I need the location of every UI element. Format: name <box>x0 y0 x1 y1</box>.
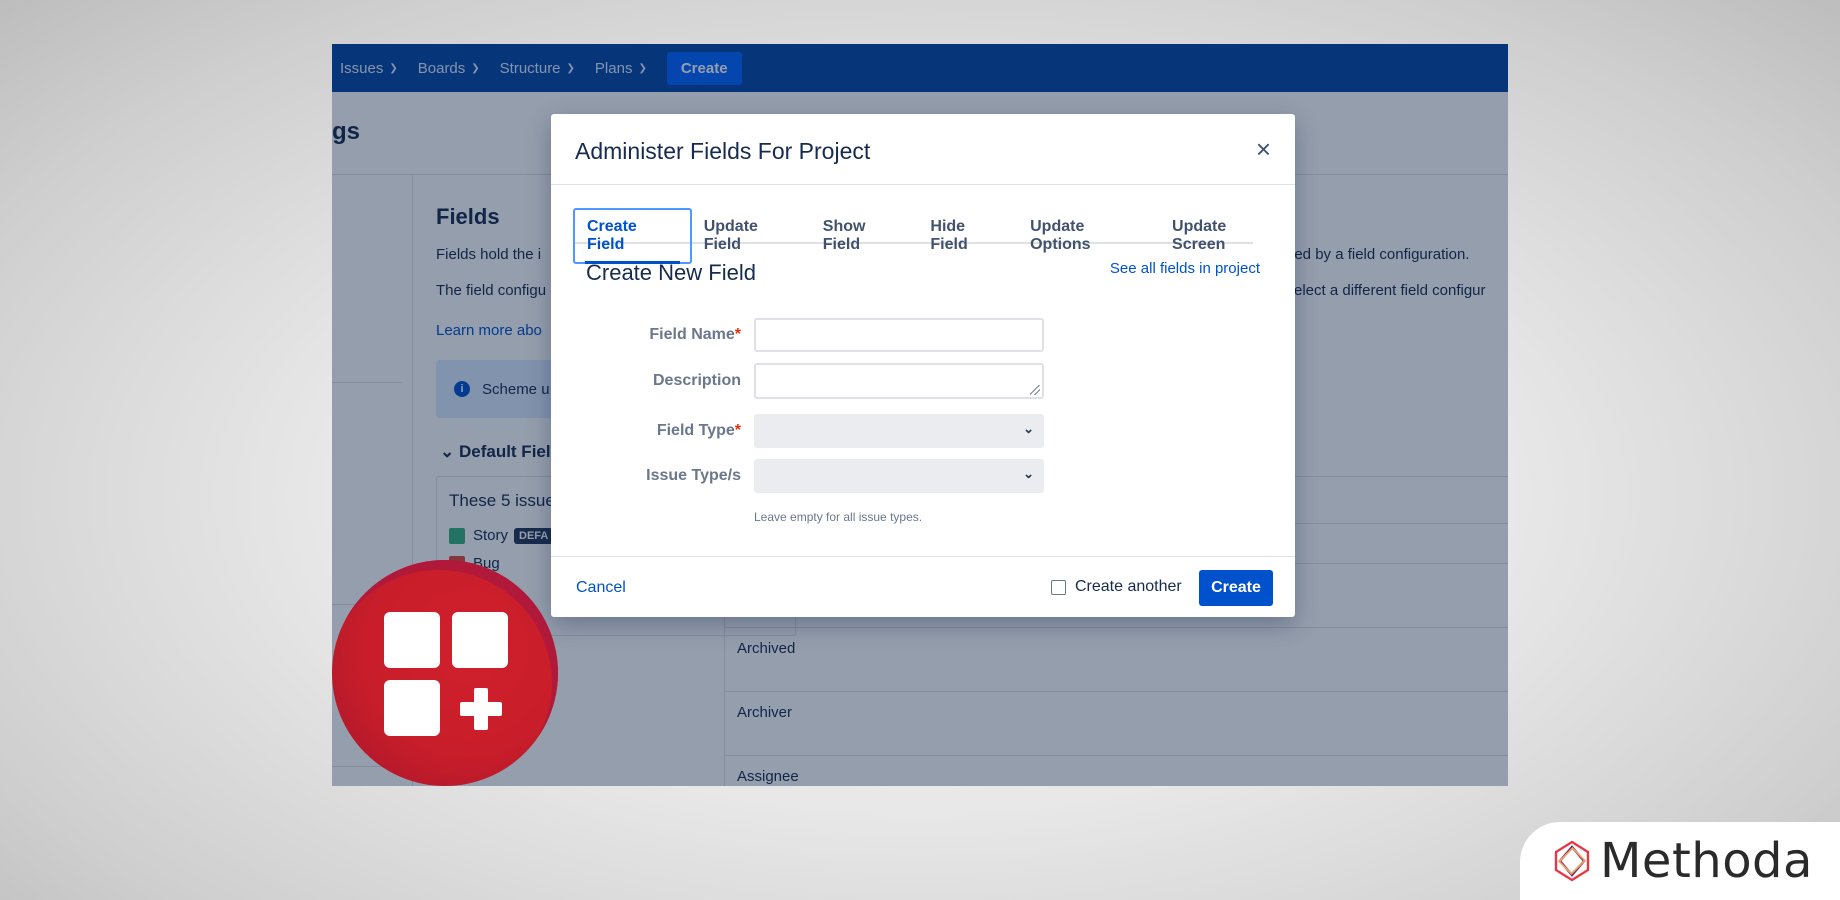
cancel-button[interactable]: Cancel <box>576 579 626 597</box>
tab-update-options[interactable]: Update Options <box>1018 210 1160 262</box>
field-type-label: Field Type* <box>551 422 741 440</box>
dialog-title: Administer Fields For Project <box>575 138 871 164</box>
description-label: Description <box>652 372 741 389</box>
see-all-fields-link[interactable]: See all fields in project <box>1110 260 1260 277</box>
divider <box>551 184 1295 185</box>
chevron-down-icon: ⌄ <box>1023 421 1034 436</box>
helper-text: Leave empty for all issue types. <box>754 510 923 524</box>
label-text: Field Type <box>656 422 735 439</box>
administer-fields-dialog: Administer Fields For Project × Create F… <box>551 114 1295 617</box>
section-title: Create New Field <box>586 260 756 285</box>
tab-bar: Create Field Update Field Show Field Hid… <box>573 208 1295 264</box>
tab-create-field[interactable]: Create Field <box>573 208 692 264</box>
app-logo <box>332 560 558 786</box>
field-name-label: Field Name* <box>551 326 741 344</box>
field-name-input[interactable] <box>754 318 1044 352</box>
methoda-wordmark: Methoda <box>1600 833 1813 889</box>
plus-icon-bar <box>460 702 502 716</box>
tab-update-field[interactable]: Update Field <box>692 210 811 262</box>
field-type-select[interactable]: ⌄ <box>754 414 1044 448</box>
tab-show-field[interactable]: Show Field <box>811 210 919 262</box>
tab-update-screen[interactable]: Update Screen <box>1160 210 1295 262</box>
create-button[interactable]: Create <box>1199 570 1273 606</box>
required-mark: * <box>734 422 741 439</box>
logo-tile <box>384 680 440 736</box>
create-another-checkbox[interactable] <box>1051 579 1066 595</box>
methoda-logo-icon <box>1554 840 1590 882</box>
required-mark: * <box>734 326 741 343</box>
methoda-brand: Methoda <box>1520 822 1840 900</box>
tab-hide-field[interactable]: Hide Field <box>918 210 1018 262</box>
description-textarea[interactable] <box>754 363 1044 399</box>
label-text: Field Name <box>649 326 735 343</box>
logo-tile <box>452 612 508 668</box>
chevron-down-icon: ⌄ <box>1023 466 1034 481</box>
issue-types-label: Issue Type/s <box>646 467 741 484</box>
create-another-label: Create another <box>1075 578 1182 595</box>
resize-handle-icon[interactable] <box>1030 385 1040 395</box>
create-another-option[interactable]: Create another <box>1051 578 1182 596</box>
divider <box>551 556 1295 557</box>
logo-tile <box>384 612 440 668</box>
close-icon[interactable]: × <box>1256 136 1271 162</box>
issue-types-select[interactable]: ⌄ <box>754 459 1044 493</box>
